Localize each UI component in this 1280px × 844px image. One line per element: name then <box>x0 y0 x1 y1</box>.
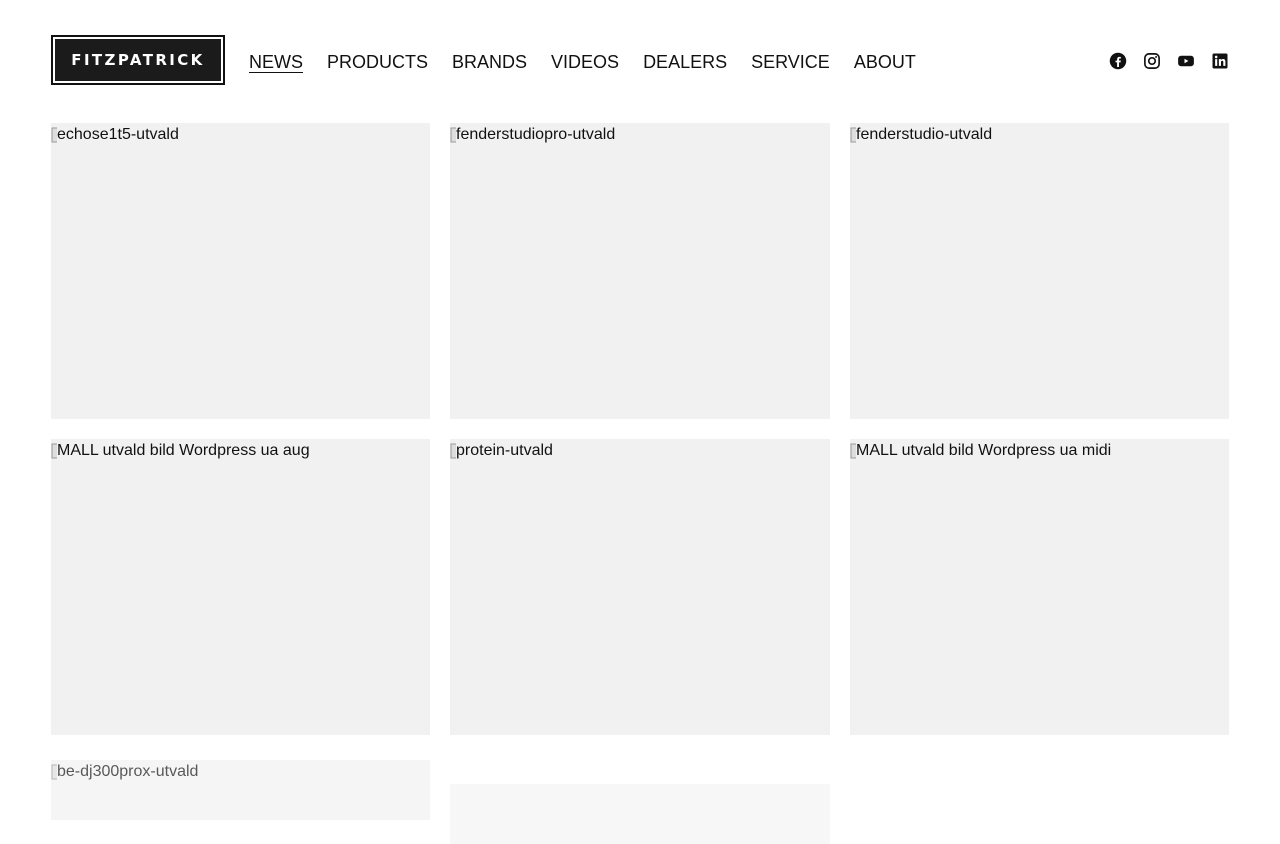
post-image: fenderstudiopro-utvald <box>450 125 615 145</box>
nav-dealers[interactable]: DEALERS <box>643 51 727 73</box>
site-header: FITZPATRICK NEWS PRODUCTS BRANDS VIDEOS … <box>0 0 1280 123</box>
post-image: echose1t5-utvald <box>51 125 179 145</box>
post-image-alt: be-dj300prox-utvald <box>57 763 199 780</box>
social-links <box>1109 52 1229 70</box>
nav-videos[interactable]: VIDEOS <box>551 51 619 73</box>
post-image: fenderstudio-utvald <box>850 125 992 145</box>
news-card[interactable]: echose1t5-utvald <box>51 123 430 419</box>
post-image-alt: echose1t5-utvald <box>57 126 179 143</box>
linkedin-icon[interactable] <box>1211 52 1229 70</box>
post-image: MALL utvald bild Wordpress ua aug <box>51 441 310 461</box>
post-image-alt: fenderstudio-utvald <box>856 126 993 143</box>
facebook-icon[interactable] <box>1109 52 1127 70</box>
nav-news[interactable]: NEWS <box>249 51 303 73</box>
news-card[interactable] <box>450 784 830 844</box>
nav-service[interactable]: SERVICE <box>751 51 830 73</box>
logo-text: FITZPATRICK <box>55 39 221 81</box>
post-image: MALL utvald bild Wordpress ua midi <box>850 441 1111 461</box>
nav-about[interactable]: ABOUT <box>854 51 916 73</box>
logo[interactable]: FITZPATRICK <box>51 35 225 85</box>
main-nav: NEWS PRODUCTS BRANDS VIDEOS DEALERS SERV… <box>249 51 916 73</box>
post-image-alt: MALL utvald bild Wordpress ua aug <box>57 442 310 459</box>
post-image-alt: protein-utvald <box>456 442 553 459</box>
post-image: protein-utvald <box>450 441 553 461</box>
youtube-icon[interactable] <box>1177 52 1195 70</box>
news-card[interactable]: MALL utvald bild Wordpress ua aug <box>51 439 430 735</box>
post-image-alt: MALL utvald bild Wordpress ua midi <box>856 442 1112 459</box>
news-card[interactable]: protein-utvald <box>450 439 830 735</box>
nav-products[interactable]: PRODUCTS <box>327 51 428 73</box>
post-image-alt: fenderstudiopro-utvald <box>456 126 616 143</box>
news-card[interactable]: be-dj300prox-utvald <box>51 760 430 820</box>
news-card[interactable]: fenderstudiopro-utvald <box>450 123 830 419</box>
news-grid: echose1t5-utvald fenderstudiopro-utvald … <box>51 123 1229 844</box>
news-card[interactable]: fenderstudio-utvald <box>850 123 1229 419</box>
post-image: be-dj300prox-utvald <box>51 762 198 782</box>
instagram-icon[interactable] <box>1143 52 1161 70</box>
nav-brands[interactable]: BRANDS <box>452 51 527 73</box>
news-card[interactable]: MALL utvald bild Wordpress ua midi <box>850 439 1229 735</box>
